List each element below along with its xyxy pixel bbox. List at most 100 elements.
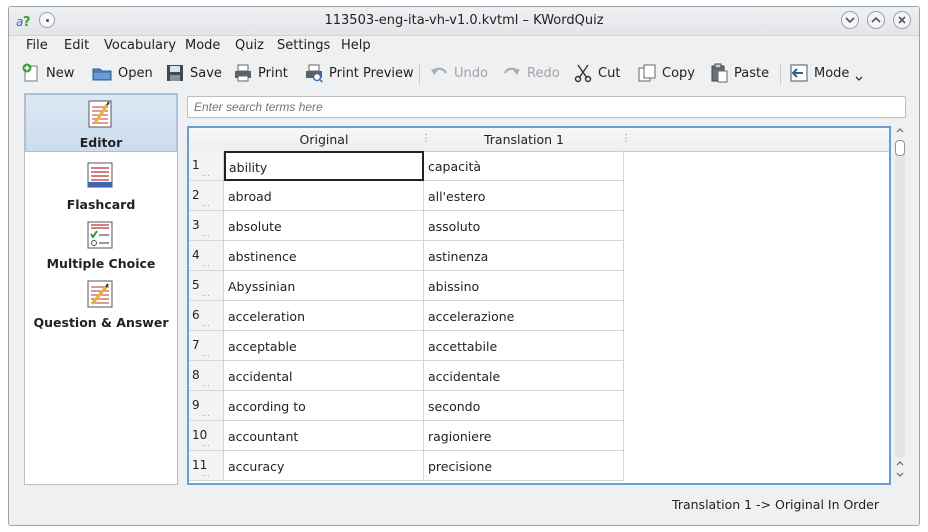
row-header[interactable]: 10... (189, 421, 224, 451)
row-header[interactable]: 8... (189, 361, 224, 391)
cell-translation[interactable]: assoluto (424, 211, 624, 241)
row-header[interactable]: 4... (189, 241, 224, 271)
undo-label: Undo (454, 65, 488, 81)
maximize-button[interactable] (867, 11, 885, 29)
cell-original[interactable]: acceleration (224, 301, 424, 331)
sidebar-item-label: Flashcard (66, 197, 136, 212)
save-icon (167, 65, 183, 81)
table-row[interactable]: 2... abroad all'estero (189, 181, 889, 211)
chevron-up-icon (896, 461, 904, 466)
paste-button[interactable]: Paste (709, 59, 769, 87)
menu-mode[interactable]: Mode (185, 38, 220, 53)
redo-button[interactable]: Redo (502, 59, 560, 87)
mode-label: Mode (814, 65, 850, 81)
mode-button[interactable]: Mode (789, 59, 864, 87)
table-row[interactable]: 9... according to secondo (189, 391, 889, 421)
undo-button[interactable]: Undo (429, 59, 488, 87)
cell-translation[interactable]: secondo (424, 391, 624, 421)
cell-original[interactable]: abstinence (224, 241, 424, 271)
cell-original[interactable]: abroad (224, 181, 424, 211)
chevron-down-icon (855, 76, 863, 81)
column-resize-handle[interactable]: ⋮ (621, 133, 631, 144)
scissors-icon (574, 64, 592, 83)
close-icon (898, 16, 906, 24)
cell-translation[interactable]: capacità (424, 151, 624, 181)
cell-translation[interactable]: accidentale (424, 361, 624, 391)
sidebar-item-editor[interactable]: Editor (25, 94, 177, 152)
table-row[interactable]: 8... accidental accidentale (189, 361, 889, 391)
cell-original[interactable]: accuracy (224, 451, 424, 481)
new-label: New (46, 65, 75, 81)
open-label: Open (118, 65, 153, 81)
cell-translation[interactable]: accettabile (424, 331, 624, 361)
sidebar-item-multiple-choice[interactable]: Multiple Choice (25, 216, 177, 274)
cell-translation[interactable]: precisione (424, 451, 624, 481)
row-header[interactable]: 2... (189, 181, 224, 211)
cell-original[interactable]: absolute (224, 211, 424, 241)
row-header[interactable]: 7... (189, 331, 224, 361)
window-title: 113503-eng-ita-vh-v1.0.kvtml – KWordQuiz (324, 13, 604, 28)
search-input[interactable] (187, 96, 906, 118)
vertical-scrollbar[interactable] (893, 126, 907, 485)
column-header-original[interactable]: Original (224, 132, 424, 147)
print-preview-button[interactable]: Print Preview (304, 59, 414, 87)
app-window: a ? 113503-eng-ita-vh-v1.0.kvtml – KWord… (8, 6, 920, 526)
cell-translation[interactable]: abissino (424, 271, 624, 301)
scrollbar-thumb[interactable] (895, 140, 905, 156)
cell-translation[interactable]: ragioniere (424, 421, 624, 451)
cell-original[interactable]: ability (224, 151, 424, 181)
sidebar-item-question-answer[interactable]: Question & Answer (25, 275, 177, 333)
scroll-down-arrow[interactable] (893, 471, 907, 483)
cell-original[interactable]: acceptable (224, 331, 424, 361)
table-row[interactable]: 1... ability capacità (189, 151, 889, 181)
menu-settings[interactable]: Settings (277, 38, 330, 53)
menu-help[interactable]: Help (341, 38, 371, 53)
copy-button[interactable]: Copy (637, 59, 695, 87)
print-button[interactable]: Print (233, 59, 288, 87)
menu-file[interactable]: File (26, 38, 48, 53)
cell-original[interactable]: accountant (224, 421, 424, 451)
minimize-button[interactable] (841, 11, 859, 29)
table-row[interactable]: 4... abstinence astinenza (189, 241, 889, 271)
cut-label: Cut (598, 65, 621, 81)
menu-vocabulary[interactable]: Vocabulary (104, 38, 176, 53)
row-header[interactable]: 1... (189, 151, 224, 181)
multiple-choice-icon (87, 221, 113, 249)
table-row[interactable]: 7... acceptable accettabile (189, 331, 889, 361)
table-row[interactable]: 6... acceleration accelerazione (189, 301, 889, 331)
cell-original[interactable]: accidental (224, 361, 424, 391)
scroll-up-arrow[interactable] (893, 459, 907, 471)
row-header[interactable]: 6... (189, 301, 224, 331)
row-header[interactable]: 11... (189, 451, 224, 481)
table-row[interactable]: 5... Abyssinian abissino (189, 271, 889, 301)
cell-translation[interactable]: all'estero (424, 181, 624, 211)
column-header-translation[interactable]: Translation 1 (424, 132, 624, 147)
scrollbar-track[interactable] (895, 140, 905, 458)
cell-translation[interactable]: astinenza (424, 241, 624, 271)
open-button[interactable]: Open (91, 59, 153, 87)
close-button[interactable] (893, 11, 911, 29)
cell-translation[interactable]: accelerazione (424, 301, 624, 331)
paste-icon (711, 63, 728, 83)
table-row[interactable]: 10... accountant ragioniere (189, 421, 889, 451)
row-header[interactable]: 3... (189, 211, 224, 241)
sidebar-item-flashcard[interactable]: Flashcard (25, 157, 177, 215)
table-row[interactable]: 11... accuracy precisione (189, 451, 889, 481)
sidebar-item-label: Editor (79, 135, 123, 150)
table-row[interactable]: 3... absolute assoluto (189, 211, 889, 241)
row-header[interactable]: 9... (189, 391, 224, 421)
cut-button[interactable]: Cut (573, 59, 620, 87)
title-bar[interactable]: a ? 113503-eng-ita-vh-v1.0.kvtml – KWord… (9, 7, 919, 36)
row-header[interactable]: 5... (189, 271, 224, 301)
cell-original[interactable]: Abyssinian (224, 271, 424, 301)
vocabulary-table: Original ⋮ Translation 1 ⋮ 1... ability … (187, 126, 891, 485)
menu-edit[interactable]: Edit (64, 38, 89, 53)
table-header: Original ⋮ Translation 1 ⋮ (189, 128, 889, 152)
cell-original[interactable]: according to (224, 391, 424, 421)
save-button[interactable]: Save (165, 59, 222, 87)
new-button[interactable]: New (21, 59, 74, 87)
menu-quiz[interactable]: Quiz (235, 38, 264, 53)
printer-icon (235, 64, 251, 82)
chevron-up-icon (871, 16, 881, 23)
scroll-up-arrow[interactable] (893, 126, 907, 138)
